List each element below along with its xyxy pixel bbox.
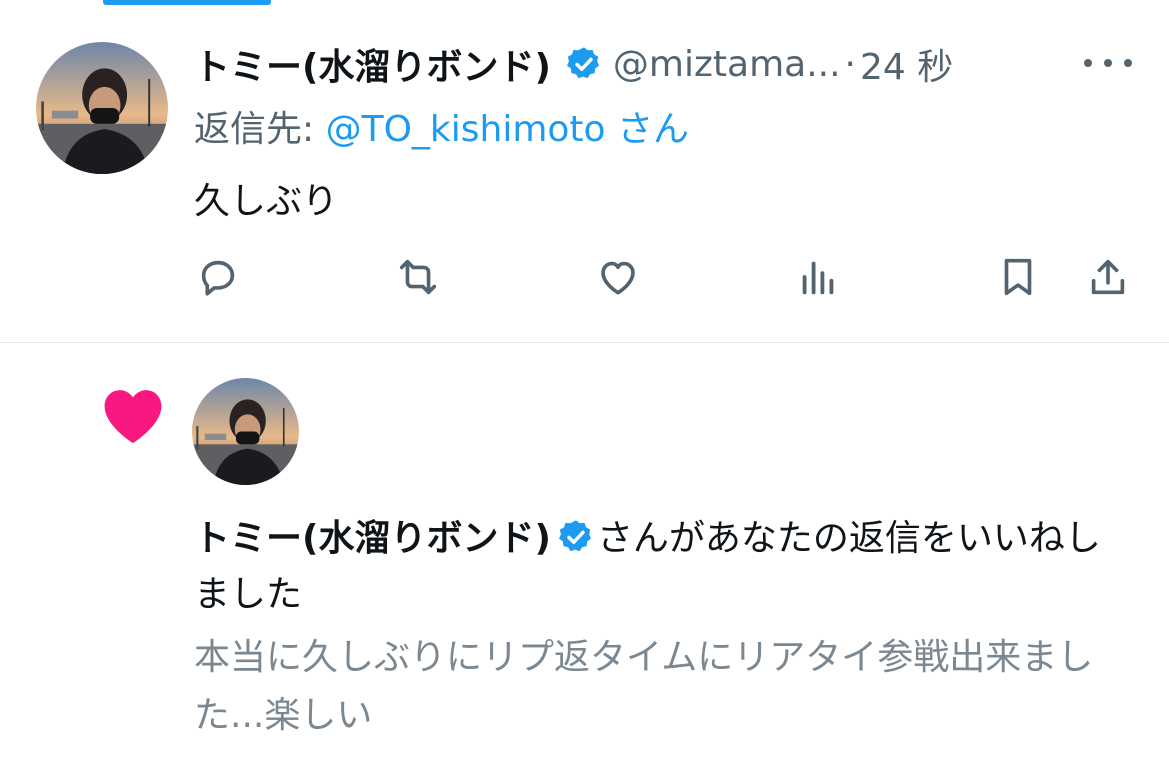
tweet-header: トミー(水溜りボンド) @miztama... · 24 秒: [194, 38, 1074, 90]
reply-button[interactable]: [194, 254, 242, 300]
tweet-text: 久しぶり: [194, 181, 339, 222]
more-dot: [1104, 59, 1112, 67]
more-dot: [1084, 59, 1092, 67]
share-button[interactable]: [1084, 254, 1132, 300]
verified-badge-icon: [558, 520, 591, 552]
like-button[interactable]: [594, 254, 642, 300]
avatar-photo: [192, 378, 299, 485]
like-notification[interactable]: トミー(水溜りボンド) さんがあなたの返信をいいねしました 本当に久しぶりにリプ…: [0, 343, 1169, 758]
reply-suffix: さん: [605, 109, 690, 150]
reply-icon: [201, 260, 235, 296]
bookmark-icon: [1004, 258, 1032, 296]
verified-badge-icon: [566, 47, 599, 79]
separator-dot: ·: [844, 43, 856, 85]
reply-context: 返信先: @TO_kishimoto さん: [194, 100, 690, 150]
bookmark-button[interactable]: [994, 254, 1042, 300]
retweet-icon: [399, 259, 437, 295]
more-options-icon[interactable]: [1084, 48, 1132, 78]
tweet[interactable]: トミー(水溜りボンド) @miztama... · 24 秒 返信先: @TO_…: [0, 0, 1169, 342]
retweet-button[interactable]: [394, 254, 442, 300]
timeline: トミー(水溜りボンド) @miztama... · 24 秒 返信先: @TO_…: [0, 0, 1169, 758]
share-icon: [1091, 259, 1125, 295]
handle[interactable]: @miztama...: [613, 44, 841, 85]
like-icon: [601, 261, 635, 295]
notification-text: トミー(水溜りボンド) さんがあなたの返信をいいねしました: [194, 511, 1134, 623]
reply-mention-link[interactable]: @TO_kishimoto: [326, 109, 606, 150]
avatar[interactable]: [192, 378, 299, 485]
reply-prefix: 返信先:: [194, 109, 326, 150]
views-icon: [802, 261, 834, 295]
more-dot: [1124, 59, 1132, 67]
heart-icon: [104, 390, 162, 444]
timestamp[interactable]: 24 秒: [860, 38, 953, 90]
liked-reply-text: 本当に久しぶりにリプ返タイムにリアタイ参戦出来ました...楽しい: [194, 637, 1094, 736]
avatar[interactable]: [36, 42, 168, 174]
views-button[interactable]: [794, 254, 842, 300]
notification-user-name[interactable]: トミー(水溜りボンド): [194, 518, 551, 559]
display-name[interactable]: トミー(水溜りボンド): [194, 38, 551, 90]
avatar-photo: [36, 42, 168, 174]
